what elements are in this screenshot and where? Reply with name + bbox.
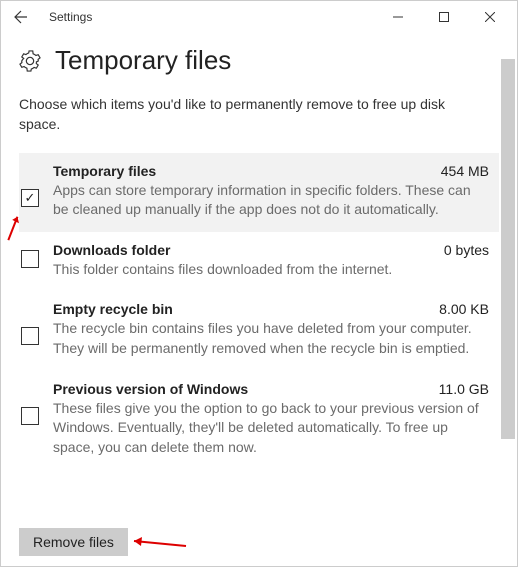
- checkbox[interactable]: ✓: [21, 189, 39, 207]
- item-head: Empty recycle bin 8.00 KB: [53, 301, 489, 317]
- checkbox-wrap: [21, 381, 43, 458]
- items-list: ✓ Temporary files 454 MB Apps can store tem…: [19, 153, 499, 470]
- item-size: 454 MB: [441, 163, 489, 179]
- list-item: ✓ Temporary files 454 MB Apps can store tem…: [19, 153, 499, 232]
- checkbox[interactable]: [21, 407, 39, 425]
- gear-icon: [19, 50, 41, 72]
- checkbox[interactable]: [21, 250, 39, 268]
- back-arrow-icon: [13, 9, 29, 25]
- item-head: Downloads folder 0 bytes: [53, 242, 489, 258]
- window-title: Settings: [49, 10, 92, 24]
- list-item: Empty recycle bin 8.00 KB The recycle bin …: [19, 291, 499, 370]
- item-title: Previous version of Windows: [53, 381, 248, 397]
- titlebar: Settings: [1, 1, 517, 33]
- remove-files-button[interactable]: Remove files: [19, 528, 128, 556]
- page-description: Choose which items you'd like to permane…: [19, 94, 499, 135]
- item-description: Apps can store temporary information in …: [53, 181, 489, 220]
- item-title: Empty recycle bin: [53, 301, 173, 317]
- item-body: Previous version of Windows 11.0 GB These …: [53, 381, 489, 458]
- item-body: Downloads folder 0 bytes This folder conta…: [53, 242, 489, 280]
- page-title: Temporary files: [55, 45, 231, 76]
- item-title: Downloads folder: [53, 242, 170, 258]
- checkbox-wrap: [21, 301, 43, 358]
- list-item: Previous version of Windows 11.0 GB These …: [19, 371, 499, 470]
- check-icon: ✓: [25, 191, 36, 204]
- list-item: Downloads folder 0 bytes This folder conta…: [19, 232, 499, 292]
- item-head: Previous version of Windows 11.0 GB: [53, 381, 489, 397]
- item-size: 8.00 KB: [439, 301, 489, 317]
- close-icon: [485, 12, 495, 22]
- annotation-arrow: [128, 535, 188, 549]
- scrollbar-thumb[interactable]: [501, 59, 515, 439]
- maximize-button[interactable]: [421, 1, 467, 33]
- item-size: 0 bytes: [444, 242, 489, 258]
- minimize-button[interactable]: [375, 1, 421, 33]
- page-header: Temporary files: [1, 33, 517, 84]
- maximize-icon: [439, 12, 449, 22]
- checkbox-wrap: [21, 242, 43, 280]
- item-size: 11.0 GB: [439, 381, 489, 397]
- scrollbar[interactable]: [501, 59, 515, 528]
- content: Choose which items you'd like to permane…: [1, 84, 517, 469]
- item-description: These files give you the option to go ba…: [53, 399, 489, 458]
- checkbox[interactable]: [21, 327, 39, 345]
- back-button[interactable]: [5, 1, 37, 33]
- item-body: Temporary files 454 MB Apps can store temp…: [53, 163, 489, 220]
- item-description: This folder contains files downloaded fr…: [53, 260, 489, 280]
- minimize-icon: [393, 12, 403, 22]
- item-title: Temporary files: [53, 163, 156, 179]
- item-description: The recycle bin contains files you have …: [53, 319, 489, 358]
- item-head: Temporary files 454 MB: [53, 163, 489, 179]
- window-controls: [375, 1, 513, 33]
- item-body: Empty recycle bin 8.00 KB The recycle bin …: [53, 301, 489, 358]
- close-button[interactable]: [467, 1, 513, 33]
- checkbox-wrap: ✓: [21, 163, 43, 220]
